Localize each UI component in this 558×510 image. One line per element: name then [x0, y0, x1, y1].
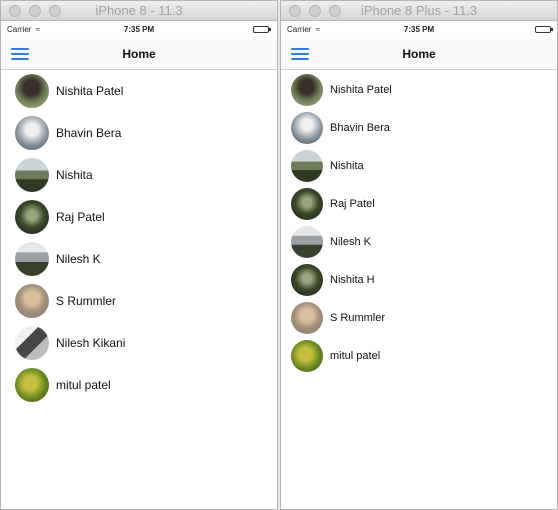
avatar [15, 326, 49, 360]
window-titlebar: iPhone 8 Plus - 11.3 [281, 1, 557, 21]
contact-name: Nishita [330, 160, 364, 172]
list-item[interactable]: Raj Patel [1, 196, 277, 238]
avatar [15, 200, 49, 234]
avatar [15, 158, 49, 192]
contact-name: Bhavin Bera [56, 126, 122, 140]
contact-name: Nishita Patel [56, 84, 124, 98]
avatar [15, 116, 49, 150]
contact-name: Raj Patel [330, 198, 375, 210]
list-item[interactable]: Nilesh K [281, 223, 557, 261]
avatar [291, 264, 323, 296]
list-item[interactable]: Raj Patel [281, 185, 557, 223]
avatar [291, 150, 323, 182]
list-item[interactable]: Nishita [281, 147, 557, 185]
contact-name: Nishita [56, 168, 93, 182]
list-item[interactable]: Nilesh K [1, 238, 277, 280]
avatar [291, 188, 323, 220]
avatar [15, 368, 49, 402]
contact-name: S Rummler [56, 294, 117, 308]
list-item[interactable]: Nilesh Kikani [1, 322, 277, 364]
contact-name: Raj Patel [56, 210, 105, 224]
avatar [15, 242, 49, 276]
contact-name: mitul patel [330, 350, 381, 362]
avatar [291, 226, 323, 258]
status-bar: Carrier ≈ 7:35 PM [281, 21, 557, 39]
battery-icon [535, 26, 553, 33]
contact-name: Nilesh K [330, 236, 371, 248]
contact-name: Nishita H [330, 274, 375, 286]
list-item[interactable]: Bhavin Bera [1, 112, 277, 154]
contact-name: Nilesh K [56, 252, 101, 266]
avatar [15, 74, 49, 108]
status-bar: Carrier ≈ 7:35 PM [1, 21, 277, 39]
contact-name: S Rummler [330, 312, 386, 324]
list-item[interactable]: Nishita [1, 154, 277, 196]
list-item[interactable]: mitul patel [281, 337, 557, 375]
list-item[interactable]: Nishita Patel [281, 71, 557, 109]
window-titlebar: iPhone 8 - 11.3 [1, 1, 277, 21]
avatar [15, 284, 49, 318]
list-item[interactable]: Bhavin Bera [281, 109, 557, 147]
battery-icon [253, 26, 271, 33]
contact-name: Nishita Patel [330, 84, 392, 96]
contact-name: Nilesh Kikani [56, 336, 126, 350]
avatar [291, 74, 323, 106]
list-item[interactable]: Nishita Patel [1, 70, 277, 112]
avatar [291, 302, 323, 334]
status-time: 7:35 PM [403, 25, 435, 34]
list-item[interactable]: Nishita H [281, 261, 557, 299]
navigation-bar: Home [281, 39, 557, 70]
window-title: iPhone 8 Plus - 11.3 [360, 3, 478, 18]
list-item[interactable]: mitul patel [1, 364, 277, 406]
avatar [291, 112, 323, 144]
window-title: iPhone 8 - 11.3 [95, 3, 183, 18]
avatar [291, 340, 323, 372]
nav-title: Home [402, 47, 436, 61]
list-item[interactable]: S Rummler [1, 280, 277, 322]
simulator-window-iphone-8: iPhone 8 - 11.3 Carrier ≈ 7:35 PM Home N… [0, 0, 278, 510]
list-item[interactable]: S Rummler [281, 299, 557, 337]
nav-title: Home [122, 47, 156, 61]
contact-name: Bhavin Bera [330, 122, 390, 134]
simulator-window-iphone-8-plus: iPhone 8 Plus - 11.3 Carrier ≈ 7:35 PM H… [280, 0, 558, 510]
contact-name: mitul patel [56, 378, 111, 392]
status-time: 7:35 PM [123, 25, 155, 34]
navigation-bar: Home [1, 39, 277, 70]
